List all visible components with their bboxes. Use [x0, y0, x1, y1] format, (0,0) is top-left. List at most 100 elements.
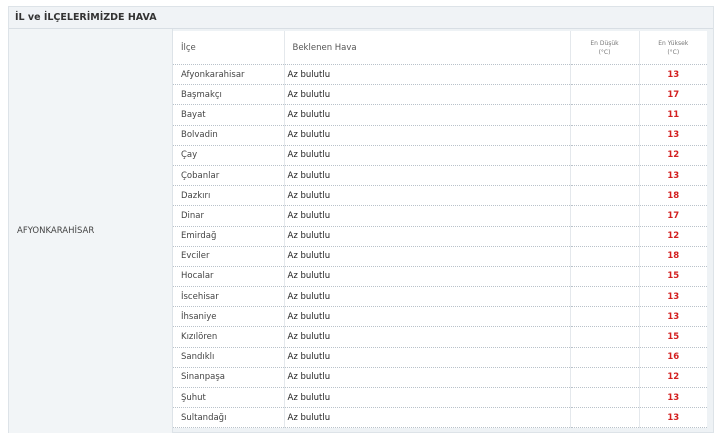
weather-cell: Az bulutlu [284, 286, 571, 308]
table-row: Dazkırı Az bulutlu 18 [173, 185, 707, 207]
header-district: İlçe [173, 31, 285, 65]
weather-cell: Az bulutlu [284, 104, 571, 126]
table-row: Sandıklı Az bulutlu 16 [173, 347, 707, 368]
district-cell: İhsaniye [173, 306, 285, 328]
district-cell: Emirdağ [173, 226, 285, 247]
district-cell: Evciler [173, 246, 285, 267]
min-temp-cell [570, 145, 640, 166]
min-temp-cell [570, 165, 640, 187]
max-temp-cell: 12 [639, 226, 707, 247]
table-row: İhsaniye Az bulutlu 13 [173, 306, 707, 328]
province-name: AFYONKARAHİSAR [9, 29, 173, 433]
table-row: İscehisar Az bulutlu 13 [173, 286, 707, 308]
max-temp-cell: 18 [639, 185, 707, 207]
table-row: Çay Az bulutlu 12 [173, 145, 707, 166]
weather-cell: Az bulutlu [284, 266, 571, 288]
max-temp-cell: 13 [639, 125, 707, 146]
district-weather-table: İlçe Beklenen Hava En Düşük (°C) En Yüks… [173, 31, 707, 429]
max-temp-cell: 13 [639, 165, 707, 187]
max-temp-cell: 13 [639, 407, 707, 429]
max-temp-cell: 13 [639, 387, 707, 409]
district-cell: Çay [173, 145, 285, 166]
header-min-unit: (°C) [598, 48, 611, 56]
weather-cell: Az bulutlu [284, 226, 571, 247]
max-temp-cell: 13 [639, 64, 707, 86]
max-temp-cell: 13 [639, 306, 707, 328]
min-temp-cell [570, 306, 640, 328]
district-cell: Dazkırı [173, 185, 285, 207]
max-temp-cell: 13 [639, 286, 707, 308]
max-temp-cell: 15 [639, 266, 707, 288]
district-cell: Bolvadin [173, 125, 285, 146]
table-header-row: İlçe Beklenen Hava En Düşük (°C) En Yüks… [173, 31, 707, 65]
table-row: Başmakçı Az bulutlu 17 [173, 84, 707, 106]
district-cell: Başmakçı [173, 84, 285, 106]
table-row: Evciler Az bulutlu 18 [173, 246, 707, 267]
weather-cell: Az bulutlu [284, 64, 571, 86]
table-row: Dinar Az bulutlu 17 [173, 205, 707, 227]
weather-cell: Az bulutlu [284, 306, 571, 328]
header-min-label: En Düşük [590, 39, 619, 47]
table-row: Sultandağı Az bulutlu 13 [173, 407, 707, 429]
weather-cell: Az bulutlu [284, 326, 571, 348]
weather-cell: Az bulutlu [284, 347, 571, 368]
min-temp-cell [570, 326, 640, 348]
weather-cell: Az bulutlu [284, 165, 571, 187]
min-temp-cell [570, 246, 640, 267]
max-temp-cell: 18 [639, 246, 707, 267]
weather-cell: Az bulutlu [284, 84, 571, 106]
weather-panel: İL ve İLÇELERİMİZDE HAVA AFYONKARAHİSAR … [8, 6, 714, 433]
min-temp-cell [570, 64, 640, 86]
min-temp-cell [570, 84, 640, 106]
district-cell: Kızılören [173, 326, 285, 348]
table-row: Çobanlar Az bulutlu 13 [173, 165, 707, 187]
weather-cell: Az bulutlu [284, 367, 571, 389]
min-temp-cell [570, 347, 640, 368]
weather-cell: Az bulutlu [284, 185, 571, 207]
weather-cell: Az bulutlu [284, 407, 571, 429]
district-cell: Dinar [173, 205, 285, 227]
panel-body: AFYONKARAHİSAR İlçe Beklenen Hava En Düş… [9, 29, 713, 433]
district-cell: Sultandağı [173, 407, 285, 429]
district-cell: Afyonkarahisar [173, 64, 285, 86]
weather-cell: Az bulutlu [284, 145, 571, 166]
district-cell: Sandıklı [173, 347, 285, 368]
min-temp-cell [570, 185, 640, 207]
district-cell: İscehisar [173, 286, 285, 308]
district-cell: Çobanlar [173, 165, 285, 187]
min-temp-cell [570, 205, 640, 227]
table-body: Afyonkarahisar Az bulutlu 13 Başmakçı Az bul… [173, 64, 707, 429]
table-row: Afyonkarahisar Az bulutlu 13 [173, 64, 707, 86]
min-temp-cell [570, 104, 640, 126]
header-max-temp: En Yüksek (°C) [639, 31, 707, 65]
min-temp-cell [570, 286, 640, 308]
max-temp-cell: 11 [639, 104, 707, 126]
min-temp-cell [570, 407, 640, 429]
table-row: Şuhut Az bulutlu 13 [173, 387, 707, 409]
weather-cell: Az bulutlu [284, 387, 571, 409]
table-row: Bayat Az bulutlu 11 [173, 104, 707, 126]
weather-cell: Az bulutlu [284, 125, 571, 146]
max-temp-cell: 16 [639, 347, 707, 368]
min-temp-cell [570, 226, 640, 247]
district-cell: Şuhut [173, 387, 285, 409]
max-temp-cell: 15 [639, 326, 707, 348]
min-temp-cell [570, 367, 640, 389]
table-row: Bolvadin Az bulutlu 13 [173, 125, 707, 146]
district-cell: Sinanpaşa [173, 367, 285, 389]
table-row: Sinanpaşa Az bulutlu 12 [173, 367, 707, 389]
table-row: Hocalar Az bulutlu 15 [173, 266, 707, 288]
max-temp-cell: 17 [639, 205, 707, 227]
min-temp-cell [570, 125, 640, 146]
table-row: Emirdağ Az bulutlu 12 [173, 226, 707, 247]
district-cell: Hocalar [173, 266, 285, 288]
table-row: Kızılören Az bulutlu 15 [173, 326, 707, 348]
panel-title: İL ve İLÇELERİMİZDE HAVA [9, 7, 713, 29]
min-temp-cell [570, 266, 640, 288]
min-temp-cell [570, 387, 640, 409]
header-weather: Beklenen Hava [284, 31, 571, 65]
max-temp-cell: 12 [639, 145, 707, 166]
max-temp-cell: 12 [639, 367, 707, 389]
header-max-unit: (°C) [667, 48, 680, 56]
header-min-temp: En Düşük (°C) [570, 31, 640, 65]
